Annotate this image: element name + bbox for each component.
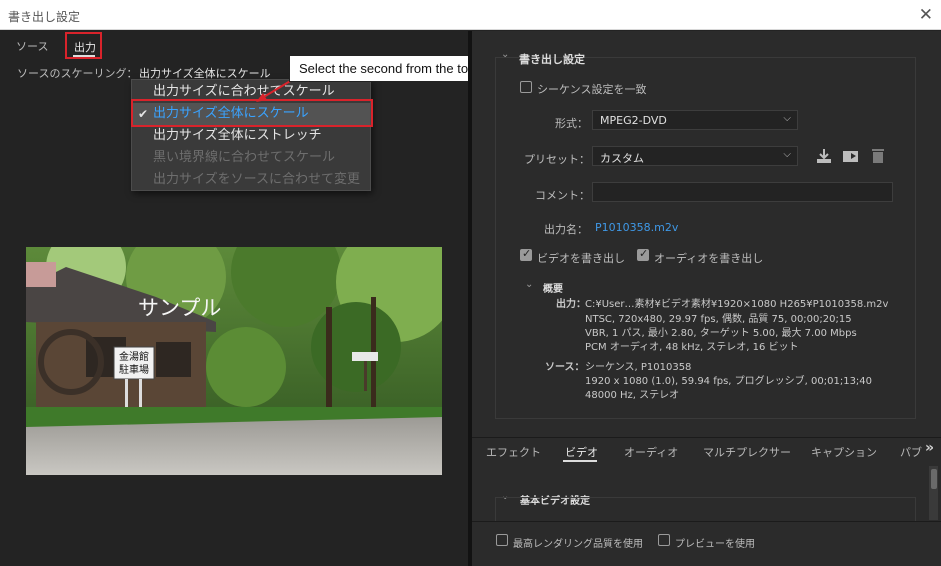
scrollbar-thumb[interactable] bbox=[931, 469, 937, 489]
export-video-label: ビデオを書き出し bbox=[537, 252, 625, 265]
menu-item-change-output-size: 出力サイズをソースに合わせて変更 bbox=[153, 172, 360, 187]
export-audio-checkbox[interactable] bbox=[637, 247, 649, 261]
export-audio-label: オーディオを書き出し bbox=[654, 252, 764, 265]
window-titlebar: 書き出し設定 ✕ bbox=[0, 0, 941, 30]
export-settings-title: 書き出し設定 bbox=[519, 53, 585, 66]
output-summary-line-2: NTSC, 720x480, 29.97 fps, 偶数, 品質 75, 00;… bbox=[585, 314, 852, 325]
use-preview-label: プレビューを使用 bbox=[675, 539, 755, 550]
sequence-match-label: シーケンス設定を一致 bbox=[537, 83, 647, 96]
max-render-quality-checkbox[interactable] bbox=[496, 534, 508, 546]
preset-label: プリセット： bbox=[524, 153, 590, 166]
output-summary-line-1: C:¥User…素材¥ビデオ素材¥1920×1080 H265¥P1010358… bbox=[585, 299, 889, 310]
video-preview: 金湯館 駐車場 サンプル bbox=[26, 247, 442, 475]
preview-overlay-text: サンプル bbox=[138, 296, 221, 320]
tab-video-underline bbox=[563, 460, 597, 462]
window-title: 書き出し設定 bbox=[8, 10, 81, 24]
source-summary-line-2: 1920 x 1080 (1.0), 59.94 fps, プログレッシブ, 0… bbox=[585, 376, 873, 387]
delete-preset-icon[interactable] bbox=[870, 147, 886, 164]
tab-video[interactable]: ビデオ bbox=[565, 444, 598, 460]
menu-item-stretch-to-fill[interactable]: 出力サイズ全体にストレッチ bbox=[132, 125, 370, 147]
output-summary-line-4: PCM オーディオ, 48 kHz, ステレオ, 16 ビット bbox=[585, 342, 799, 353]
summary-title: 概要 bbox=[543, 284, 563, 295]
output-name-label: 出力名： bbox=[544, 223, 588, 236]
tabs-overflow-icon[interactable]: » bbox=[925, 440, 934, 456]
tab-captions[interactable]: キャプション bbox=[811, 444, 877, 460]
output-summary-line-3: VBR, 1 パス, 最小 2.80, ターゲット 5.00, 最大 7.00 … bbox=[585, 328, 857, 339]
summary-collapse-icon[interactable]: ⌄ bbox=[525, 279, 533, 290]
section-collapse-icon[interactable]: ⌄ bbox=[501, 49, 509, 60]
tab-source[interactable]: ソース bbox=[16, 38, 48, 54]
output-summary-label: 出力： bbox=[556, 299, 586, 310]
highlight-output-tab bbox=[65, 32, 102, 59]
sign-text-1: 金湯館 bbox=[119, 350, 149, 363]
preview-scene-image: 金湯館 駐車場 サンプル bbox=[26, 247, 442, 475]
scaling-label: ソースのスケーリング： bbox=[17, 67, 138, 80]
tab-publish[interactable]: パブ bbox=[900, 444, 922, 460]
format-label: 形式： bbox=[555, 117, 588, 130]
comment-label: コメント： bbox=[535, 189, 590, 202]
tab-audio[interactable]: オーディオ bbox=[624, 444, 678, 460]
format-value: MPEG2-DVD bbox=[600, 114, 667, 127]
tab-multiplexer[interactable]: マルチプレクサー bbox=[703, 444, 791, 460]
source-summary-line-3: 48000 Hz, ステレオ bbox=[585, 390, 680, 401]
max-render-quality-label: 最高レンダリング品質を使用 bbox=[513, 539, 643, 550]
save-preset-icon[interactable] bbox=[815, 148, 833, 164]
video-settings-panel bbox=[495, 497, 916, 521]
sign-text-2: 駐車場 bbox=[119, 363, 149, 376]
menu-item-scale-to-black-borders: 黒い境界線に合わせてスケール bbox=[153, 150, 336, 165]
preset-select[interactable]: カスタム ⌵ bbox=[592, 146, 798, 166]
close-icon[interactable]: ✕ bbox=[919, 5, 933, 25]
sequence-match-checkbox[interactable] bbox=[520, 81, 532, 93]
import-preset-icon[interactable] bbox=[842, 148, 860, 164]
preset-value: カスタム bbox=[600, 152, 644, 165]
tab-effects[interactable]: エフェクト bbox=[486, 444, 541, 460]
chevron-down-icon: ⌵ bbox=[783, 113, 791, 124]
output-name-link[interactable]: P1010358.m2v bbox=[595, 221, 678, 234]
use-preview-checkbox[interactable] bbox=[658, 534, 670, 546]
comment-field[interactable] bbox=[592, 182, 893, 202]
source-summary-label: ソース： bbox=[545, 362, 585, 373]
export-video-checkbox[interactable] bbox=[520, 247, 532, 261]
source-summary-line-1: シーケンス, P1010358 bbox=[585, 362, 692, 373]
format-select[interactable]: MPEG2-DVD ⌵ bbox=[592, 110, 798, 130]
chevron-down-icon: ⌵ bbox=[783, 149, 791, 160]
